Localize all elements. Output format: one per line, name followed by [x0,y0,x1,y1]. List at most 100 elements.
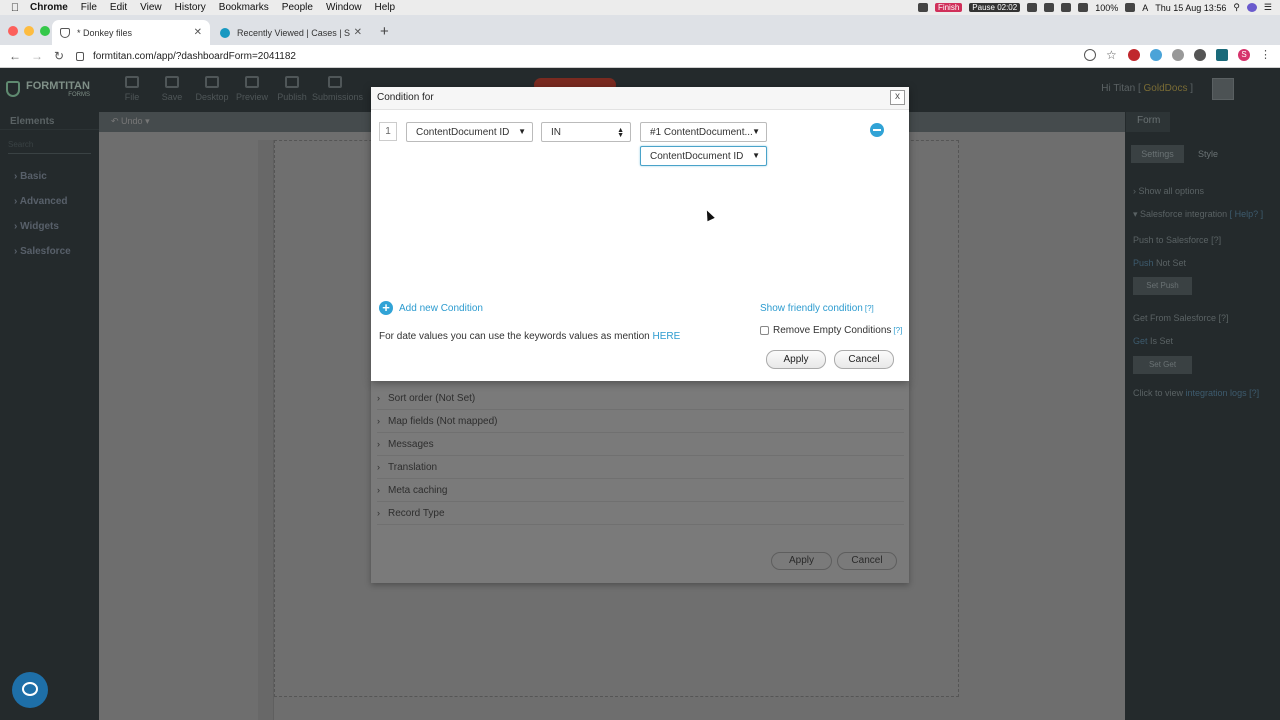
checkbox-icon[interactable] [760,326,769,335]
menu-help[interactable]: Help [375,2,396,13]
reload-icon[interactable]: ↻ [48,49,70,63]
category-basic[interactable]: › Basic [0,166,99,191]
help-link[interactable]: [ Help? ] [1230,209,1264,219]
salesforce-integration-section[interactable]: ▾ Salesforce integration [ Help? ] [1133,209,1263,220]
wifi-icon[interactable] [1078,3,1089,12]
menu-people[interactable]: People [282,2,313,13]
section-meta-caching[interactable]: › Meta caching [377,480,904,502]
remove-condition-icon[interactable] [870,123,884,137]
zoom-icon[interactable] [1084,49,1096,61]
show-all-options[interactable]: › Show all options [1133,186,1204,196]
close-tab-icon[interactable]: ✕ [354,27,362,38]
section-sort-order[interactable]: › Sort order (Not Set) [377,388,904,410]
add-condition-button[interactable]: + Add new Condition [379,301,483,315]
category-advanced[interactable]: › Advanced [0,191,99,216]
shield-icon [60,27,70,38]
friendly-help-link[interactable]: [?] [865,304,874,313]
category-salesforce[interactable]: › Salesforce [0,241,99,266]
remove-empty-conditions-checkbox[interactable]: Remove Empty Conditions [?] [760,325,902,336]
condition-row-number: 1 [379,122,397,141]
extension-gray-icon[interactable] [1172,49,1184,61]
undo-button[interactable]: ↶ Undo ▾ [111,116,150,127]
show-friendly-condition-label: Show friendly condition [760,303,863,314]
get-help-link[interactable]: [?] [1219,313,1229,323]
chat-button[interactable] [12,672,48,708]
header-submissions-button[interactable]: Submissions [312,76,363,102]
cancel-button[interactable]: Cancel [834,350,894,369]
here-link[interactable]: HERE [652,331,680,342]
close-tab-icon[interactable]: ✕ [194,27,202,38]
apple-menu-icon[interactable]:  [0,2,30,14]
show-friendly-condition-link[interactable]: Show friendly condition [?] [760,303,874,314]
section-map-fields[interactable]: › Map fields (Not mapped) [377,411,904,433]
tab-donkey-files[interactable]: * Donkey files ✕ [52,20,210,45]
menu-history[interactable]: History [175,2,206,13]
menu-bookmarks[interactable]: Bookmarks [219,2,269,13]
set-get-button[interactable]: Set Get [1133,356,1192,374]
salesforce-integration-label: Salesforce integration [1140,209,1228,219]
set-push-button[interactable]: Set Push [1133,277,1192,295]
clock[interactable]: Thu 15 Aug 13:56 [1155,3,1226,13]
extension-dark-icon[interactable] [1194,49,1206,61]
address-bar[interactable]: formtitan.com/app/?dashboardForm=2041182 [76,47,1116,66]
section-translation[interactable]: › Translation [377,457,904,479]
battery-icon[interactable] [1125,3,1136,12]
get-from-salesforce-label: Get From Salesforce [?] [1133,313,1229,323]
forward-icon[interactable]: → [26,49,48,63]
category-widgets[interactable]: › Widgets [0,216,99,241]
integration-logs-link[interactable]: integration logs [1186,388,1247,398]
condition-operator-select[interactable]: IN ▲ ▼ [541,122,631,142]
maximize-window-icon[interactable] [40,26,50,36]
logs-help-link[interactable]: [?] [1249,388,1259,398]
menu-app-name[interactable]: Chrome [30,2,68,13]
notification-center-icon[interactable]: ☰ [1264,2,1272,13]
user-avatar[interactable] [1212,78,1234,100]
condition-field-select[interactable]: ContentDocument ID ▼ [406,122,533,142]
close-icon[interactable]: x [890,90,905,105]
bookmark-star-icon[interactable]: ☆ [1106,49,1118,61]
chrome-menu-icon[interactable]: ⋮ [1260,49,1272,61]
menu-edit[interactable]: Edit [110,2,127,13]
siri-icon[interactable] [1246,3,1257,12]
header-desktop-button[interactable]: Desktop [192,76,232,102]
section-record-type[interactable]: › Record Type [377,503,904,525]
condition-value-source-select[interactable]: #1 ContentDocument... ▼ [640,122,767,142]
settings-tab[interactable]: Settings [1131,145,1184,163]
screen-record-icon[interactable] [917,3,928,12]
adblock-icon[interactable] [1128,49,1140,61]
header-preview-button[interactable]: Preview [232,76,272,102]
header-save-button[interactable]: Save [152,76,192,102]
push-help-link[interactable]: [?] [1211,235,1221,245]
condition-value-field-select[interactable]: ContentDocument ID ▼ [640,146,767,166]
remove-empty-help-link[interactable]: [?] [893,326,902,335]
menu-window[interactable]: Window [326,2,362,13]
tab-recently-viewed[interactable]: Recently Viewed | Cases | Sale ✕ [212,20,370,45]
skype-icon[interactable] [1044,3,1055,12]
tab-form[interactable]: Form [1126,112,1170,132]
cloud-icon[interactable] [1027,3,1038,12]
spotlight-icon[interactable]: ⚲ [1233,2,1240,13]
extension-cloud-icon[interactable] [1150,49,1162,61]
input-source[interactable]: A [1142,3,1148,13]
account-name[interactable]: GoldDocs [1144,83,1188,94]
profile-avatar[interactable]: S [1238,49,1250,61]
new-tab-icon[interactable]: + [380,23,389,40]
settings-apply-button[interactable]: Apply [771,552,832,570]
apply-button[interactable]: Apply [766,350,826,369]
extension-teal-icon[interactable] [1216,49,1228,61]
finish-badge[interactable]: Finish [934,3,963,12]
back-icon[interactable]: ← [4,49,26,63]
settings-cancel-button[interactable]: Cancel [837,552,897,570]
bluetooth-icon[interactable] [1061,3,1072,12]
menu-file[interactable]: File [81,2,97,13]
close-window-icon[interactable] [8,26,18,36]
header-publish-button[interactable]: Publish [272,76,312,102]
header-file-button[interactable]: File [112,76,152,102]
style-tab[interactable]: Style [1198,149,1218,159]
section-messages[interactable]: › Messages [377,434,904,456]
elements-search-input[interactable]: Search [8,140,91,154]
battery-percent[interactable]: 100% [1095,3,1118,13]
pause-badge[interactable]: Pause 02:02 [969,3,1021,12]
minimize-window-icon[interactable] [24,26,34,36]
menu-view[interactable]: View [140,2,162,13]
